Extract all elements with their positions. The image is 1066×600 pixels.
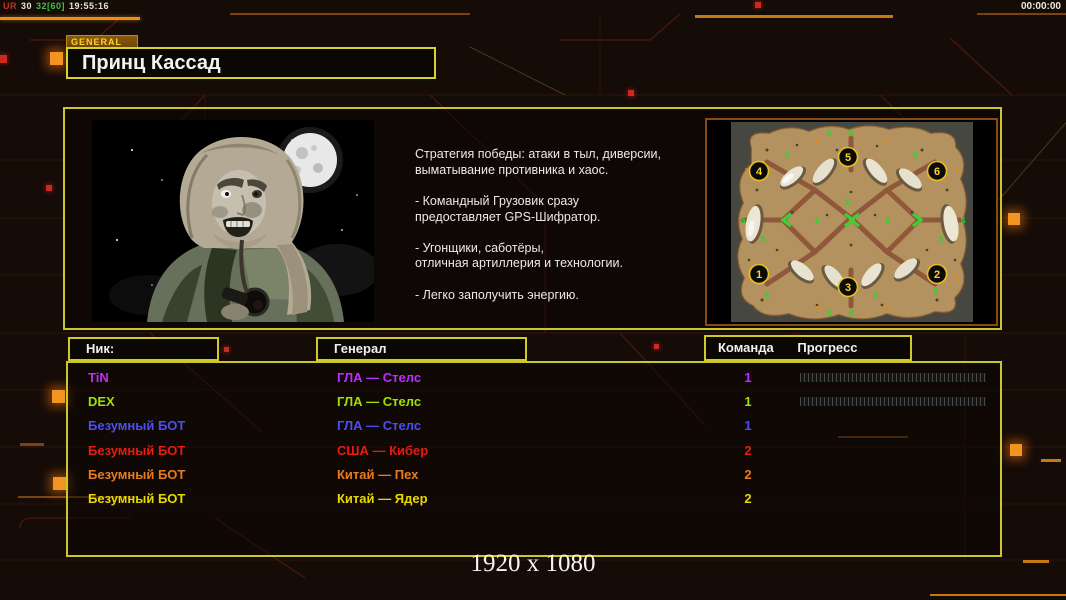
player-row: TiN ГЛА — Стелс 1 bbox=[68, 367, 1000, 391]
player-nick: Безумный БОТ bbox=[88, 443, 185, 458]
svg-text:$: $ bbox=[827, 309, 832, 318]
accent-line bbox=[230, 13, 470, 15]
player-roster-panel: TiN ГЛА — Стелс 1 DEX ГЛА — Стелс 1 Безу… bbox=[66, 361, 1002, 557]
decor-square bbox=[52, 390, 65, 403]
svg-text:¤: ¤ bbox=[745, 167, 749, 174]
start-pos-6: 6 bbox=[934, 166, 940, 178]
player-team: 2 bbox=[734, 491, 762, 506]
svg-text:$: $ bbox=[849, 129, 854, 138]
svg-text:$: $ bbox=[885, 216, 890, 225]
map-image: $ $ $ $ $ $ $ $ $ $ $ $ $ $ $ $ ¤ ¤ ¤ ¤ ¤ ¤ ¤ ¤ ¤ 1 2… bbox=[707, 120, 996, 324]
player-row: DEX ГЛА — Стелс 1 bbox=[68, 391, 1000, 415]
player-nick: TiN bbox=[88, 370, 109, 385]
general-name-title: Принц Кассад bbox=[66, 47, 436, 79]
player-nick: Безумный БОТ bbox=[88, 491, 185, 506]
loading-progress-bar bbox=[799, 372, 987, 383]
player-general: ГЛА — Стелс bbox=[337, 418, 421, 433]
player-nick: Безумный БОТ bbox=[88, 467, 185, 482]
accent-line bbox=[977, 13, 1066, 15]
accent-line bbox=[930, 594, 1066, 596]
general-portrait bbox=[92, 120, 374, 322]
decor-square bbox=[224, 347, 229, 352]
perf-limit: 32[60] bbox=[36, 1, 65, 11]
decor-square bbox=[50, 52, 63, 65]
svg-text:$: $ bbox=[913, 151, 918, 160]
player-general: ГЛА — Стелс bbox=[337, 394, 421, 409]
portrait-image bbox=[92, 120, 374, 322]
player-team: 2 bbox=[734, 467, 762, 482]
column-header-team-progress: Команда Прогресс bbox=[704, 335, 912, 361]
svg-text:$: $ bbox=[827, 129, 832, 138]
svg-text:$: $ bbox=[765, 291, 770, 300]
general-info-panel: Стратегия победы: атаки в тыл, диверсии,… bbox=[63, 107, 1002, 330]
decor-square bbox=[0, 55, 7, 63]
start-pos-3: 3 bbox=[845, 282, 851, 294]
svg-text:$: $ bbox=[933, 287, 938, 296]
game-timer: 00:00:00 bbox=[1021, 1, 1061, 12]
svg-text:$: $ bbox=[785, 151, 790, 160]
player-row: Безумный БОТ Китай — Ядер 2 bbox=[68, 488, 1000, 512]
svg-text:¤: ¤ bbox=[815, 305, 819, 312]
column-header-general: Генерал bbox=[316, 337, 527, 361]
svg-text:¤: ¤ bbox=[883, 305, 887, 312]
svg-text:¤: ¤ bbox=[955, 275, 959, 282]
performance-counter: UR 30 32[60] 19:55:16 bbox=[3, 1, 113, 11]
map-preview: $ $ $ $ $ $ $ $ $ $ $ $ $ $ $ $ ¤ ¤ ¤ ¤ ¤ ¤ ¤ ¤ ¤ 1 2… bbox=[705, 118, 998, 326]
decor-square bbox=[53, 477, 66, 490]
decor-square bbox=[1010, 444, 1022, 456]
perf-time: 19:55:16 bbox=[69, 1, 109, 11]
column-header-nick: Ник: bbox=[68, 337, 219, 361]
svg-text:$: $ bbox=[815, 216, 820, 225]
accent-line bbox=[695, 15, 893, 18]
loading-progress-bar bbox=[799, 396, 987, 407]
accent-line bbox=[0, 17, 140, 20]
svg-text:$: $ bbox=[849, 309, 854, 318]
player-general: США — Кибер bbox=[337, 443, 428, 458]
player-team: 2 bbox=[734, 443, 762, 458]
start-pos-5: 5 bbox=[845, 152, 851, 164]
start-pos-4: 4 bbox=[756, 166, 763, 178]
svg-text:¤: ¤ bbox=[745, 275, 749, 282]
player-team: 1 bbox=[734, 370, 762, 385]
svg-text:$: $ bbox=[741, 216, 746, 225]
accent-line bbox=[20, 443, 44, 446]
player-team: 1 bbox=[734, 394, 762, 409]
svg-text:$: $ bbox=[845, 198, 850, 207]
decor-square bbox=[755, 2, 761, 8]
column-header-team: Команда bbox=[718, 340, 774, 355]
svg-text:$: $ bbox=[961, 216, 966, 225]
svg-text:¤: ¤ bbox=[955, 167, 959, 174]
player-row: Безумный БОТ США — Кибер 2 bbox=[68, 440, 1000, 464]
player-rows: TiN ГЛА — Стелс 1 DEX ГЛА — Стелс 1 Безу… bbox=[68, 367, 1000, 512]
svg-text:$: $ bbox=[873, 291, 878, 300]
player-row: Безумный БОТ ГЛА — Стелс 1 bbox=[68, 415, 1000, 439]
svg-text:$: $ bbox=[761, 235, 766, 244]
start-pos-2: 2 bbox=[934, 269, 940, 281]
start-pos-1: 1 bbox=[756, 269, 762, 281]
decor-square bbox=[654, 344, 659, 349]
decor-square bbox=[1008, 213, 1020, 225]
player-nick: DEX bbox=[88, 394, 115, 409]
player-general: Китай — Ядер bbox=[337, 491, 428, 506]
column-header-progress: Прогресс bbox=[797, 340, 857, 355]
player-row: Безумный БОТ Китай — Пех 2 bbox=[68, 464, 1000, 488]
resolution-label: 1920 x 1080 bbox=[0, 550, 1066, 578]
svg-text:$: $ bbox=[939, 235, 944, 244]
player-nick: Безумный БОТ bbox=[88, 418, 185, 433]
accent-line bbox=[1041, 459, 1061, 462]
decor-square bbox=[46, 185, 52, 191]
player-general: ГЛА — Стелс bbox=[337, 370, 421, 385]
svg-text:¤: ¤ bbox=[883, 139, 887, 146]
svg-text:¤: ¤ bbox=[815, 139, 819, 146]
strategy-text: Стратегия победы: атаки в тыл, диверсии,… bbox=[415, 147, 705, 303]
decor-square bbox=[628, 90, 634, 96]
svg-text:¤: ¤ bbox=[849, 218, 853, 225]
perf-fps: 30 bbox=[21, 1, 32, 11]
player-team: 1 bbox=[734, 418, 762, 433]
perf-tag: UR bbox=[3, 1, 17, 11]
player-general: Китай — Пех bbox=[337, 467, 418, 482]
